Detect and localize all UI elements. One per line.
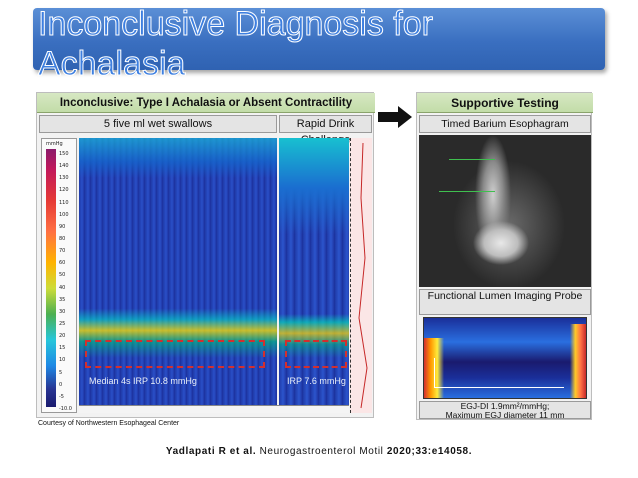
hrm-figure-panel: Inconclusive: Type I Achalasia or Absent… — [36, 92, 375, 418]
supportive-testing-panel: Supportive Testing Timed Barium Esophagr… — [416, 92, 593, 420]
flip-profile-line — [434, 358, 564, 388]
scale-tick-label: 150 — [59, 151, 69, 157]
median-irp-label: Median 4s IRP 10.8 mmHg — [89, 376, 197, 386]
courtesy-note: Courtesy of Northwestern Esophageal Cent… — [38, 420, 180, 427]
hrm-wet-swallows-upper-band — [79, 138, 277, 178]
impedance-trace — [350, 138, 372, 413]
egj-region-box-b — [285, 340, 347, 368]
barium-xray-image — [419, 135, 591, 287]
timeline-strip — [79, 405, 349, 413]
flip-caption: EGJ-DI 1.9mm²/mmHg; Maximum EGJ diameter… — [419, 401, 591, 420]
scale-tick-label: 5 — [59, 369, 63, 376]
rdc-irp-label: IRP 7.6 mmHg — [287, 376, 346, 386]
scale-tick-label: 0 — [59, 381, 63, 388]
xray-marker-line — [439, 191, 495, 192]
scale-tick-label: 110 — [59, 199, 69, 206]
scale-tick-label: 140 — [59, 163, 69, 170]
scale-tick-label: 25 — [59, 321, 66, 327]
wet-swallows-label: 5 five ml wet swallows — [39, 115, 277, 133]
scale-tick-label: 80 — [59, 236, 66, 242]
hrm-rapid-drink-plot — [279, 138, 349, 413]
citation-journal: Neurogastroenterol Motil — [259, 446, 384, 457]
scale-tick-label: 40 — [59, 284, 66, 291]
pressure-color-scale: mmHg 150 140 130 120 110 100 90 80 70 60 50 40 35 30 2… — [41, 138, 77, 413]
xray-marker-line — [449, 159, 495, 160]
citation-ref: 2020;33:e14058. — [386, 446, 473, 457]
slide-title: Inconclusive Diagnosis for Achalasia — [38, 5, 434, 84]
flip-hot-region-right — [570, 324, 586, 398]
scale-tick-label: -10.0 — [59, 406, 72, 412]
scale-tick-label: 30 — [59, 308, 66, 315]
flip-label: Functional Lumen Imaging Probe — [419, 289, 591, 315]
scale-tick-label: 15 — [59, 345, 66, 352]
scale-tick-label: 20 — [59, 333, 66, 340]
scale-tick-label: 120 — [59, 187, 69, 194]
scale-tick-label: 70 — [59, 248, 66, 255]
right-arrow-icon — [378, 106, 412, 128]
scale-gradient — [46, 149, 56, 407]
scale-tick-label: 50 — [59, 272, 66, 279]
supportive-testing-header: Supportive Testing — [417, 93, 593, 113]
hrm-wet-swallows-plot — [79, 138, 277, 413]
scale-tick-label: -5 — [59, 393, 64, 400]
scale-tick-label: 35 — [59, 296, 66, 303]
scale-tick-label: 90 — [59, 223, 66, 230]
flip-caption-line-2: Maximum EGJ diameter 11 mm — [445, 410, 565, 420]
scale-tick-label: 100 — [59, 211, 69, 218]
flip-heatmap — [423, 317, 587, 399]
scale-tick-label: 10 — [59, 357, 66, 364]
scale-tick-label: 130 — [59, 175, 69, 182]
barium-esophagram-label: Timed Barium Esophagram — [419, 115, 591, 133]
citation: Yadlapati R et al. Neurogastroenterol Mo… — [0, 446, 638, 457]
egj-region-box-a — [85, 340, 265, 368]
scale-tick-label: 60 — [59, 260, 66, 267]
impedance-trace-line — [358, 142, 368, 409]
rapid-drink-label: Rapid Drink Challenge — [279, 115, 372, 146]
scale-unit-label: mmHg — [46, 141, 63, 147]
hrm-figure-header: Inconclusive: Type I Achalasia or Absent… — [37, 93, 375, 113]
citation-authors: Yadlapati R et al. — [165, 446, 257, 457]
